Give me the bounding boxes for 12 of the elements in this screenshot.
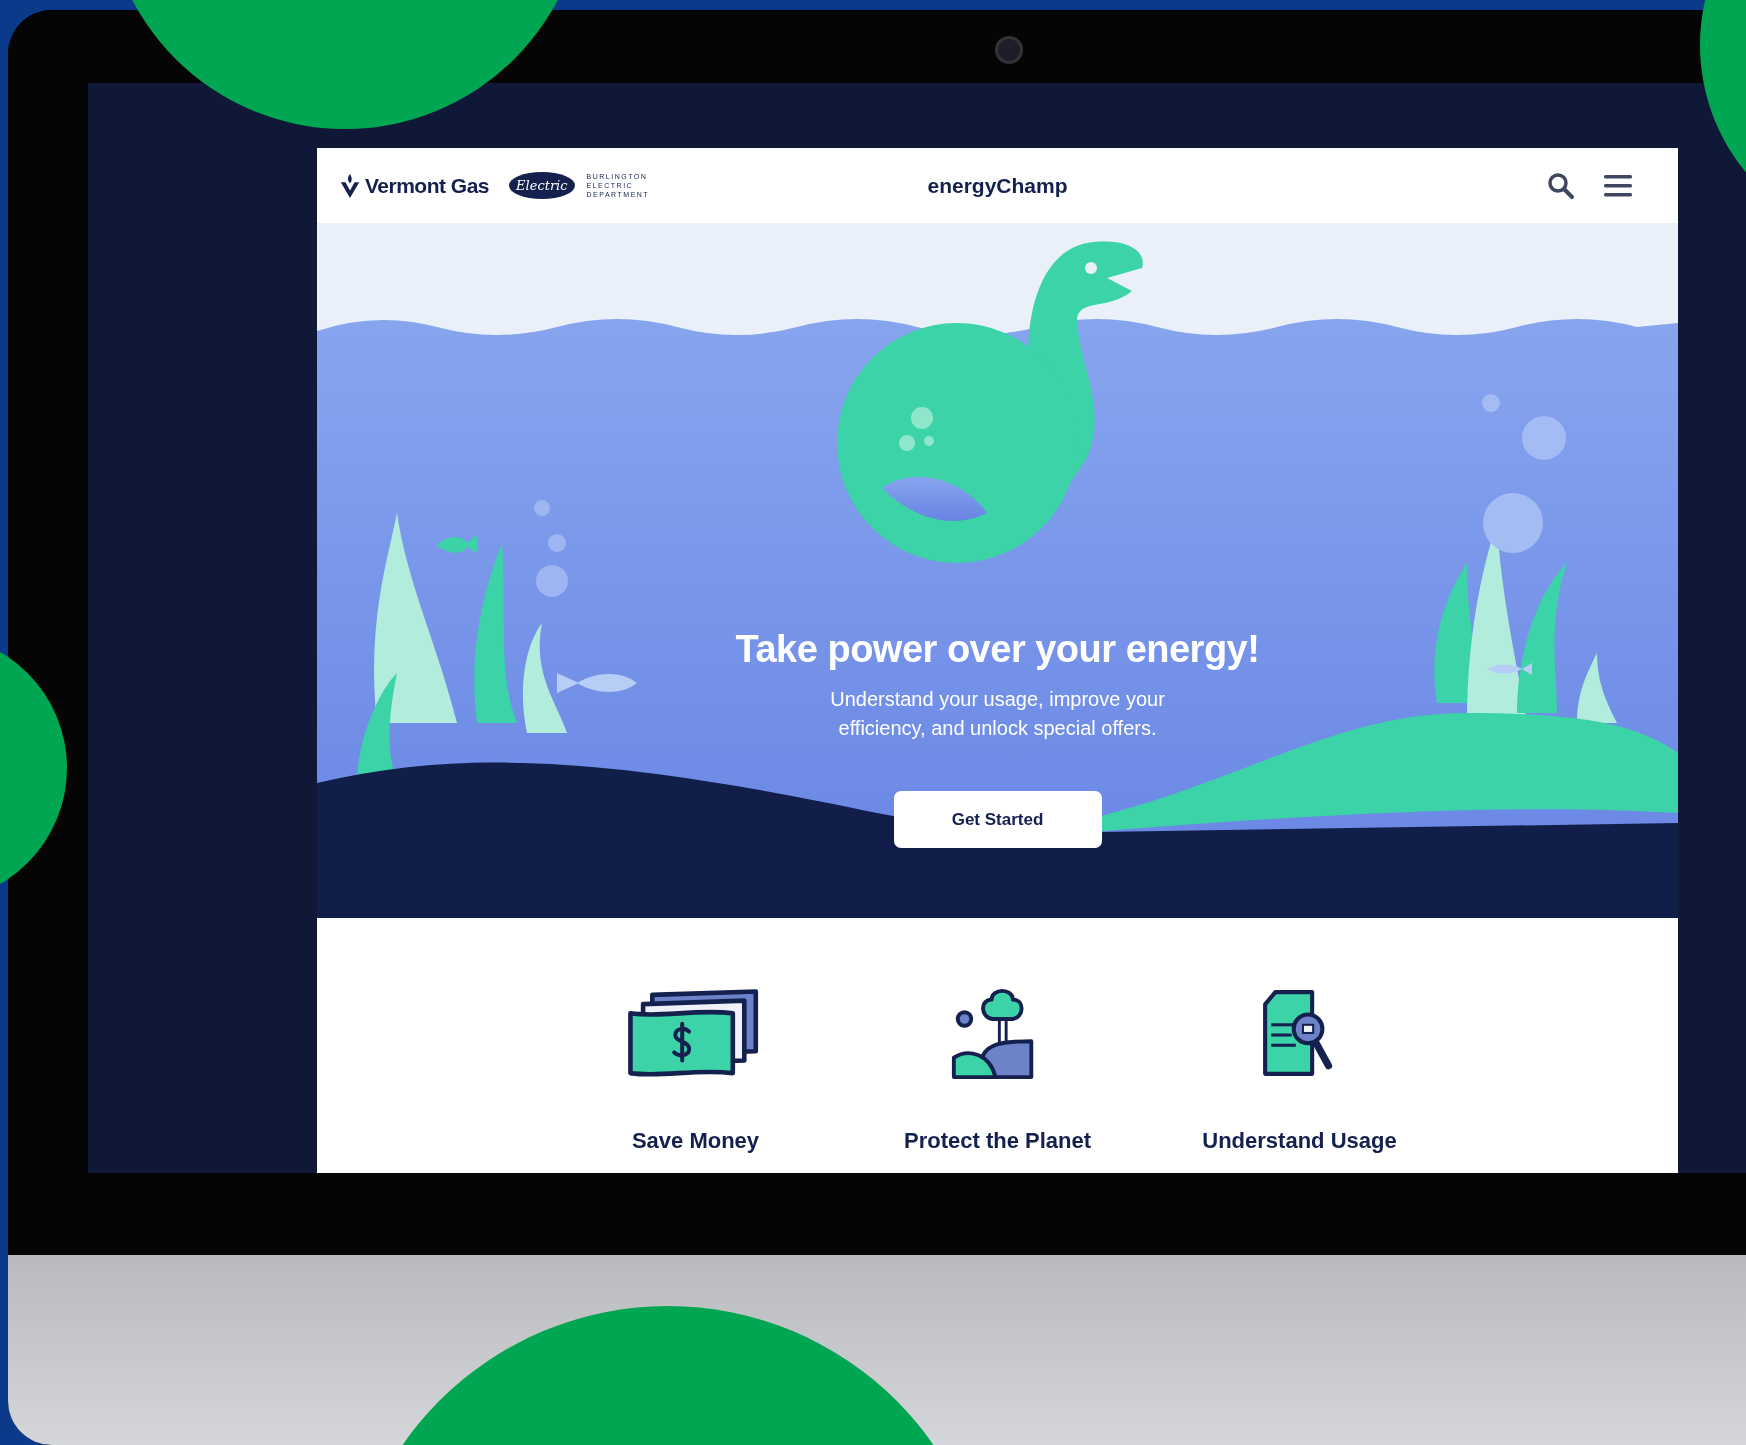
brand-badge: Electric	[509, 172, 575, 199]
webcam-icon	[995, 36, 1023, 64]
get-started-button[interactable]: Get Started	[893, 791, 1102, 848]
feature-label: Save Money	[631, 1128, 760, 1154]
feature-label: Protect the Planet	[903, 1128, 1091, 1154]
site-title[interactable]: energyChamp	[927, 173, 1068, 198]
feature-label: Understand Usage	[1202, 1128, 1397, 1154]
hero-subheading: Understand your usage, improve your efficiency, and unlock special offers.	[829, 687, 1166, 741]
brand-name: Vermont Gas	[365, 173, 490, 198]
flame-logo-icon	[339, 172, 361, 199]
hero-heading: Take power over your energy!	[735, 628, 1260, 671]
search-icon[interactable]	[1547, 171, 1575, 200]
